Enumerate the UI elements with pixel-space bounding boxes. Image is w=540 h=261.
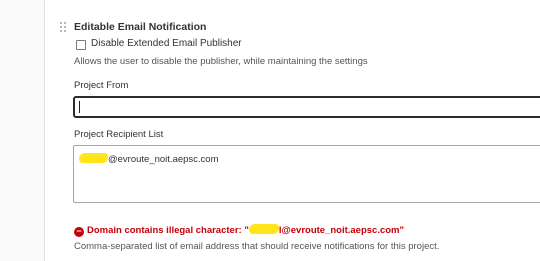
recipient-error-message: − Domain contains illegal character: " l@e… [74,224,404,237]
drag-handle-icon[interactable] [59,21,67,33]
error-icon: − [74,227,84,237]
left-gutter [0,0,44,261]
project-from-input[interactable] [73,96,540,118]
error-email-suffix: l@evroute_noit.aepsc.com" [278,225,405,236]
project-from-label: Project From [74,80,129,91]
disable-publisher-checkbox[interactable] [76,40,86,50]
section-title: Editable Email Notification [74,21,207,33]
editable-email-notification-section: Editable Email Notification Disable Exte… [45,0,540,261]
recipient-list-textarea[interactable]: @evroute_noit.aepsc.com [73,145,540,203]
disable-publisher-help: Allows the user to disable the publisher… [74,56,368,67]
disable-publisher-label[interactable]: Disable Extended Email Publisher [91,38,242,49]
recipient-email-suffix: @evroute_noit.aepsc.com [108,154,219,165]
recipient-list-label: Project Recipient List [74,129,164,140]
recipient-list-help: Comma-separated list of email address th… [74,241,440,252]
error-prefix: Domain contains illegal character: " [87,225,249,236]
text-caret [79,101,80,113]
redaction-highlight [79,153,108,163]
error-redaction-highlight [248,224,279,234]
recipient-list-value: @evroute_noit.aepsc.com [79,153,219,165]
